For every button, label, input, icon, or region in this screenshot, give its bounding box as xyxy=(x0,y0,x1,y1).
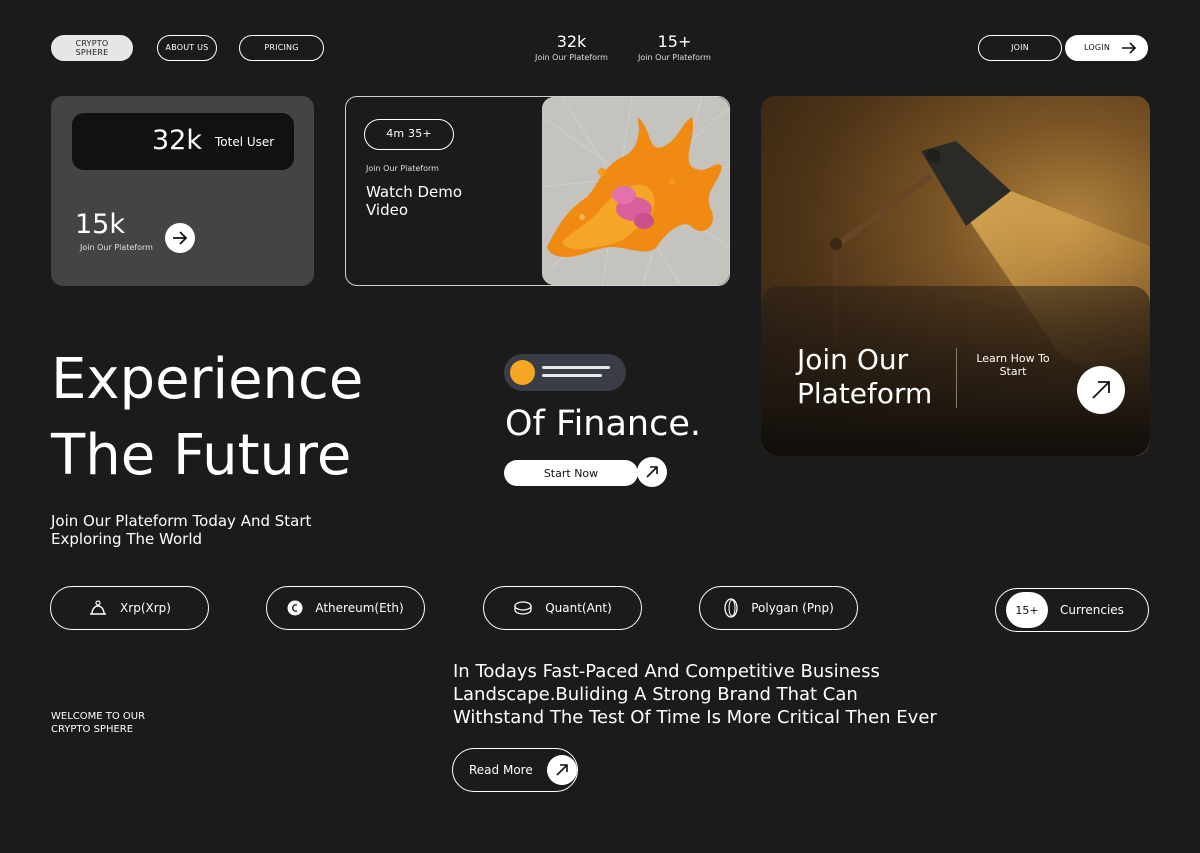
about-us-link[interactable]: ABOUT US xyxy=(157,35,217,61)
total-users-label: Totel User xyxy=(215,135,275,149)
arrow-up-right-icon xyxy=(646,466,658,478)
join-count-value: 15k xyxy=(75,209,125,240)
join-button[interactable]: JOIN xyxy=(978,35,1062,61)
abstract-coral-illustration xyxy=(542,97,729,285)
currency-label: Polygan (Pnp) xyxy=(751,601,834,615)
login-label: LOGIN xyxy=(1084,43,1111,53)
currency-polygon[interactable]: Polygan (Pnp) xyxy=(699,586,858,630)
ethereum-coin-icon xyxy=(287,600,303,616)
currencies-count-label: Currencies xyxy=(1060,603,1124,617)
currency-quant[interactable]: Quant(Ant) xyxy=(483,586,642,630)
video-duration-badge: 4m 35+ xyxy=(364,119,454,150)
header-stat-members: 15+ Join Our Plateform xyxy=(627,32,722,62)
hero-heading-line: Experience xyxy=(51,347,364,412)
read-more-label: Read More xyxy=(469,763,533,777)
video-title: Watch Demo Video xyxy=(366,183,462,219)
about-line: In Todays Fast-Paced And Competitive Bus… xyxy=(453,661,880,682)
learn-line: Learn How To xyxy=(976,352,1050,365)
arrow-up-right-icon xyxy=(1092,381,1110,399)
video-subtitle: Join Our Plateform xyxy=(366,164,439,173)
hero-subtitle: Join Our Plateform Today And Start Explo… xyxy=(51,512,311,548)
start-now-label: Start Now xyxy=(543,466,599,480)
welcome-line: WELCOME TO OUR xyxy=(51,711,146,722)
toggle-line xyxy=(542,366,610,369)
arrow-right-icon xyxy=(173,231,188,245)
join-label: JOIN xyxy=(1011,43,1029,53)
start-now-button[interactable]: Start Now xyxy=(504,460,638,486)
arrow-up-right-icon xyxy=(556,764,568,776)
join-title-line: Plateform xyxy=(797,376,933,410)
join-title-line: Join Our xyxy=(797,343,909,376)
header-stat-label: Join Our Plateform xyxy=(638,53,711,62)
login-button[interactable]: LOGIN xyxy=(1065,35,1148,61)
about-us-label: ABOUT US xyxy=(165,43,209,53)
start-now-arrow-button[interactable] xyxy=(637,457,667,487)
currencies-count-pill[interactable]: 15+ Currencies xyxy=(995,588,1149,632)
hero-heading: Experience The Future xyxy=(51,342,363,494)
learn-line: Start xyxy=(999,365,1027,379)
video-title-line: Watch Demo xyxy=(366,183,463,201)
welcome-line: CRYPTO SPHERE xyxy=(51,724,134,735)
arrow-right-icon xyxy=(1122,42,1137,54)
header-stat-value: 15+ xyxy=(657,32,692,51)
users-card: 32k Totel User 15k Join Our Plateform xyxy=(51,96,314,286)
header-stat-value: 32k xyxy=(556,32,587,51)
join-platform-panel: Join Our Plateform Learn How To Start xyxy=(761,286,1150,456)
video-duration: 4m 35+ xyxy=(386,127,432,141)
about-line: Landscape.Buliding A Strong Brand That C… xyxy=(453,684,858,705)
quant-coin-icon xyxy=(514,601,532,615)
pricing-label: PRICING xyxy=(264,43,299,53)
welcome-text: WELCOME TO OUR CRYPTO SPHERE xyxy=(51,710,145,736)
pricing-link[interactable]: PRICING xyxy=(239,35,324,61)
header-stat-users: 32k Join Our Plateform xyxy=(524,32,619,62)
abstract-sculpture-image xyxy=(542,97,729,285)
video-title-line: Video xyxy=(366,201,409,219)
header-stat-label: Join Our Plateform xyxy=(535,53,608,62)
currency-label: Athereum(Eth) xyxy=(315,601,404,615)
total-users-panel: 32k Totel User xyxy=(72,113,294,170)
join-platform-title: Join Our Plateform xyxy=(797,343,932,410)
finance-heading: Of Finance. xyxy=(505,404,702,444)
hero-subtitle-line: Exploring The World xyxy=(51,530,203,548)
read-more-button[interactable]: Read More xyxy=(452,748,578,792)
read-more-arrow xyxy=(546,755,577,785)
brand-logo-button[interactable]: CRYPTO SPHERE xyxy=(51,35,133,61)
join-platform-card: Join Our Plateform Learn How To Start xyxy=(761,96,1150,456)
about-paragraph: In Todays Fast-Paced And Competitive Bus… xyxy=(453,660,937,729)
currency-label: Xrp(Xrp) xyxy=(120,601,171,615)
xrp-icon xyxy=(90,600,107,615)
currencies-count: 15+ xyxy=(1015,603,1039,617)
join-count-label: Join Our Plateform xyxy=(80,243,153,252)
divider xyxy=(956,348,957,408)
currencies-count-badge: 15+ xyxy=(1006,592,1048,628)
currency-ethereum[interactable]: Athereum(Eth) xyxy=(266,586,425,630)
currency-label: Quant(Ant) xyxy=(545,601,612,615)
toggle-switch[interactable] xyxy=(504,354,626,391)
demo-video-card[interactable]: 4m 35+ Join Our Plateform Watch Demo Vid… xyxy=(345,96,730,286)
join-arrow-button[interactable] xyxy=(165,223,195,253)
hero-subtitle-line: Join Our Plateform Today And Start xyxy=(51,512,312,530)
currency-xrp[interactable]: Xrp(Xrp) xyxy=(50,586,209,630)
brand-name: CRYPTO SPHERE xyxy=(75,38,109,57)
toggle-line xyxy=(542,374,602,377)
learn-how-link[interactable]: Learn How To Start xyxy=(969,352,1057,378)
polygon-coin-icon xyxy=(724,598,738,618)
toggle-knob xyxy=(510,360,535,385)
total-users-value: 32k xyxy=(152,125,202,156)
hero-heading-line: The Future xyxy=(51,423,352,488)
about-line: Withstand The Test Of Time Is More Criti… xyxy=(453,707,937,728)
join-platform-arrow-button[interactable] xyxy=(1077,366,1125,414)
